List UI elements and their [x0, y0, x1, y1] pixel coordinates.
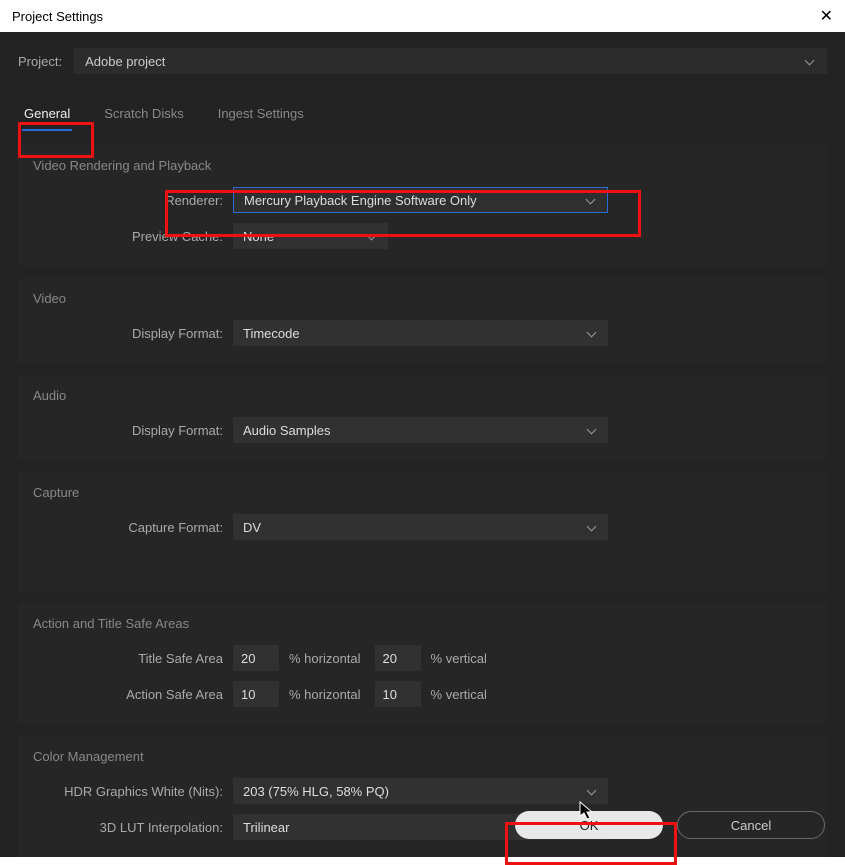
audio-display-format-value: Audio Samples: [243, 423, 330, 438]
tab-general[interactable]: General: [22, 100, 72, 131]
dialog-buttons: OK Cancel: [515, 811, 825, 839]
renderer-label: Renderer:: [33, 193, 233, 208]
renderer-select[interactable]: Mercury Playback Engine Software Only: [233, 187, 608, 213]
cancel-button[interactable]: Cancel: [677, 811, 825, 839]
capture-format-select[interactable]: DV: [233, 514, 608, 540]
video-display-format-select[interactable]: Timecode: [233, 320, 608, 346]
titlebar: Project Settings ✕: [0, 0, 845, 32]
group-title: Capture: [33, 485, 812, 500]
capture-format-value: DV: [243, 520, 261, 535]
audio-display-format-label: Display Format:: [33, 423, 233, 438]
action-safe-label: Action Safe Area: [33, 687, 233, 702]
title-safe-h-input[interactable]: 20: [233, 645, 279, 671]
group-title: Audio: [33, 388, 812, 403]
capture-format-label: Capture Format:: [33, 520, 233, 535]
title-safe-label: Title Safe Area: [33, 651, 233, 666]
close-icon[interactable]: ✕: [820, 6, 833, 26]
group-video: Video Display Format: Timecode: [18, 278, 827, 363]
pct-horizontal-label: % horizontal: [289, 651, 361, 666]
pct-vertical-label: % vertical: [431, 651, 487, 666]
project-select-value: Adobe project: [85, 54, 165, 69]
chevron-down-icon: [588, 328, 598, 338]
hdr-white-label: HDR Graphics White (Nits):: [33, 784, 233, 799]
group-capture: Capture Capture Format: DV: [18, 472, 827, 591]
video-display-format-value: Timecode: [243, 326, 300, 341]
pct-vertical-label: % vertical: [431, 687, 487, 702]
group-audio: Audio Display Format: Audio Samples: [18, 375, 827, 460]
preview-cache-select[interactable]: None: [233, 223, 388, 249]
group-title: Video: [33, 291, 812, 306]
preview-cache-label: Preview Cache:: [33, 229, 233, 244]
chevron-down-icon: [588, 786, 598, 796]
chevron-down-icon: [806, 56, 816, 66]
ok-button[interactable]: OK: [515, 811, 663, 839]
group-title: Video Rendering and Playback: [33, 158, 812, 173]
video-display-format-label: Display Format:: [33, 326, 233, 341]
lut-interpolation-value: Trilinear: [243, 820, 289, 835]
dialog-body: Project: Adobe project General Scratch D…: [0, 32, 845, 857]
tab-scratch-disks[interactable]: Scratch Disks: [102, 100, 185, 131]
chevron-down-icon: [588, 522, 598, 532]
preview-cache-value: None: [243, 229, 274, 244]
group-video-rendering: Video Rendering and Playback Renderer: M…: [18, 145, 827, 266]
project-label: Project:: [18, 54, 62, 69]
hdr-white-value: 203 (75% HLG, 58% PQ): [243, 784, 389, 799]
action-safe-v-input[interactable]: 10: [375, 681, 421, 707]
title-safe-v-input[interactable]: 20: [375, 645, 421, 671]
chevron-down-icon: [368, 231, 378, 241]
hdr-white-select[interactable]: 203 (75% HLG, 58% PQ): [233, 778, 608, 804]
tabs: General Scratch Disks Ingest Settings: [18, 100, 827, 131]
pct-horizontal-label: % horizontal: [289, 687, 361, 702]
renderer-value: Mercury Playback Engine Software Only: [244, 193, 477, 208]
group-title: Action and Title Safe Areas: [33, 616, 812, 631]
group-safe-areas: Action and Title Safe Areas Title Safe A…: [18, 603, 827, 724]
action-safe-h-input[interactable]: 10: [233, 681, 279, 707]
tab-ingest-settings[interactable]: Ingest Settings: [216, 100, 306, 131]
window-title: Project Settings: [12, 9, 103, 24]
group-title: Color Management: [33, 749, 812, 764]
chevron-down-icon: [588, 425, 598, 435]
lut-interpolation-label: 3D LUT Interpolation:: [33, 820, 233, 835]
project-select[interactable]: Adobe project: [74, 48, 827, 74]
chevron-down-icon: [587, 195, 597, 205]
audio-display-format-select[interactable]: Audio Samples: [233, 417, 608, 443]
